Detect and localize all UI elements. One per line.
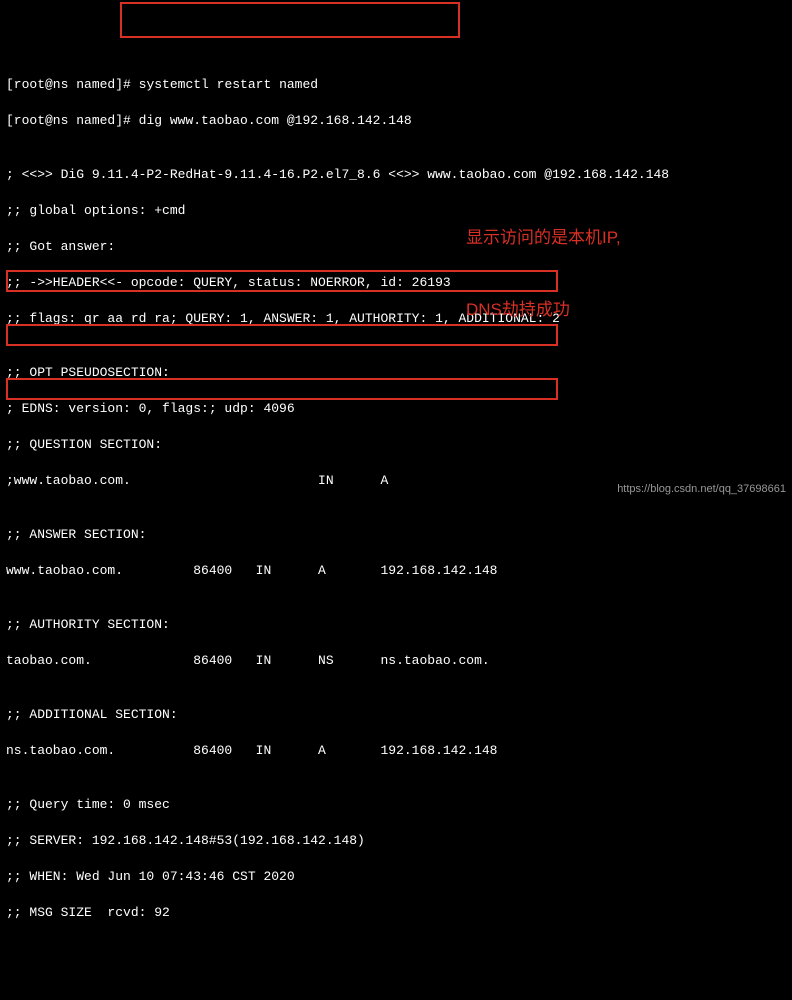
dig-output: ;; global options: +cmd	[6, 202, 786, 220]
terminal-line: [root@ns named]# dig www.taobao.com @192…	[6, 112, 786, 130]
opt-pseudosection-header: ;; OPT PSEUDOSECTION:	[6, 364, 786, 382]
dig-output: ;; Got answer:	[6, 238, 786, 256]
watermark: https://blog.csdn.net/qq_37698661	[617, 480, 786, 498]
dig-stats: ;; Query time: 0 msec	[6, 796, 786, 814]
dig-output: ; EDNS: version: 0, flags:; udp: 4096	[6, 400, 786, 418]
answer-section-header: ;; ANSWER SECTION:	[6, 526, 786, 544]
shell-prompt: [root@ns named]#	[6, 77, 131, 92]
additional-section-row: ns.taobao.com. 86400 IN A 192.168.142.14…	[6, 742, 786, 760]
annotation-line-2: DNS劫持成功	[466, 298, 621, 322]
dig-stats: ;; MSG SIZE rcvd: 92	[6, 904, 786, 922]
annotation-line-1: 显示访问的是本机IP,	[466, 226, 621, 250]
answer-section-row: www.taobao.com. 86400 IN A 192.168.142.1…	[6, 562, 786, 580]
question-section-header: ;; QUESTION SECTION:	[6, 436, 786, 454]
authority-section-header: ;; AUTHORITY SECTION:	[6, 616, 786, 634]
dig-header: ; <<>> DiG 9.11.4-P2-RedHat-9.11.4-16.P2…	[6, 166, 786, 184]
authority-section-row: taobao.com. 86400 IN NS ns.taobao.com.	[6, 652, 786, 670]
additional-section-header: ;; ADDITIONAL SECTION:	[6, 706, 786, 724]
dig-stats: ;; SERVER: 192.168.142.148#53(192.168.14…	[6, 832, 786, 850]
terminal-line: [root@ns named]# systemctl restart named	[6, 76, 786, 94]
command-2[interactable]: dig www.taobao.com @192.168.142.148	[139, 113, 412, 128]
highlight-box-commands	[120, 2, 460, 38]
annotation-callout: 显示访问的是本机IP, DNS劫持成功	[466, 178, 621, 346]
command-1[interactable]: systemctl restart named	[139, 77, 318, 92]
shell-prompt: [root@ns named]#	[6, 113, 131, 128]
dig-stats: ;; WHEN: Wed Jun 10 07:43:46 CST 2020	[6, 868, 786, 886]
dig-output: ;; ->>HEADER<<- opcode: QUERY, status: N…	[6, 274, 786, 292]
dig-output: ;; flags: qr aa rd ra; QUERY: 1, ANSWER:…	[6, 310, 786, 328]
